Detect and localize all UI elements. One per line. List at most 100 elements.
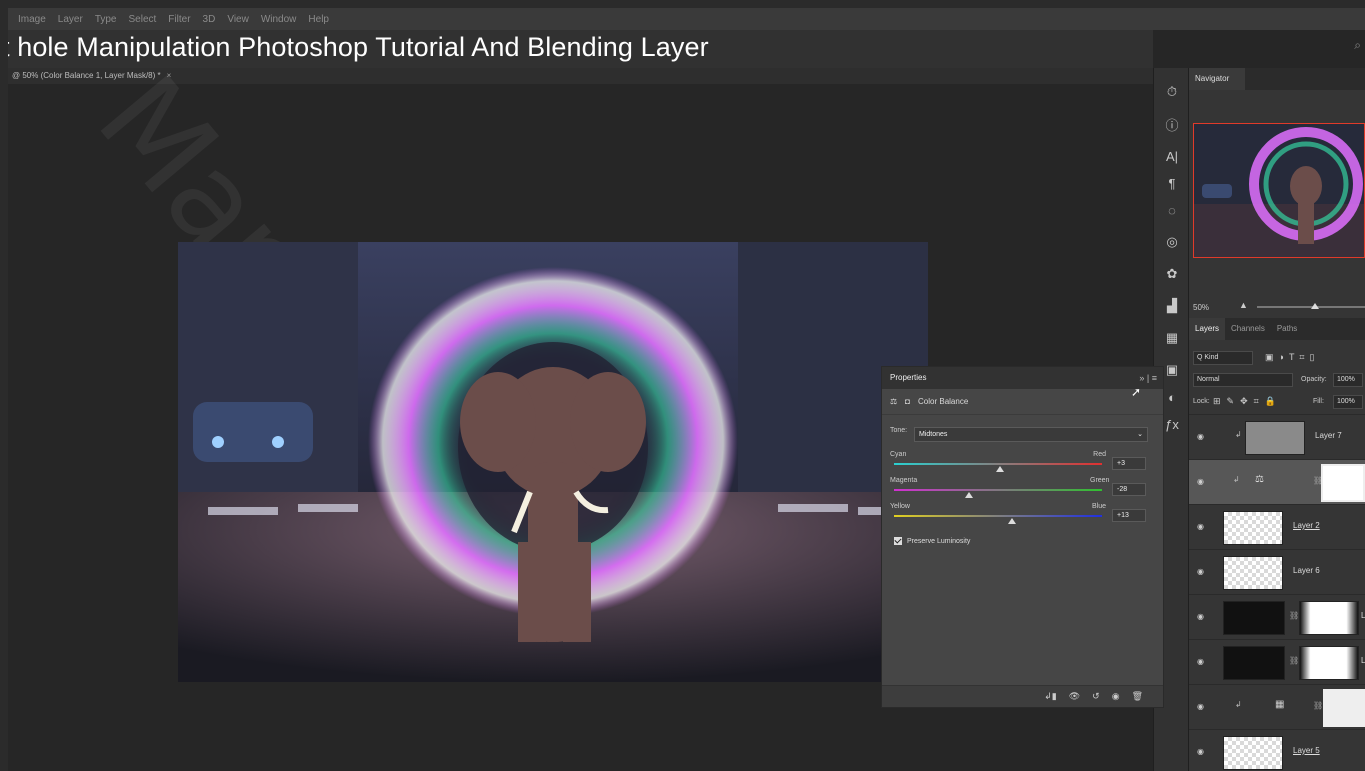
layer-name[interactable]: La: [1361, 611, 1365, 620]
mask-icon[interactable]: ◘: [905, 397, 910, 406]
gradient-map-icon: ▦: [1275, 699, 1285, 710]
slider-track[interactable]: [894, 489, 1102, 491]
layer-mask-thumbnail[interactable]: [1321, 464, 1365, 502]
properties-subheader: ⚖ ◘ Color Balance: [882, 389, 1163, 415]
zoom-slider-handle[interactable]: [1311, 303, 1319, 309]
zoom-out-icon[interactable]: ▲: [1239, 300, 1248, 310]
eye-icon[interactable]: ◉: [1197, 612, 1204, 621]
swatches-icon[interactable]: ▦: [1154, 322, 1190, 354]
slider-right-label: Green: [1090, 477, 1110, 484]
fill-field[interactable]: 100%: [1333, 395, 1363, 409]
eye-icon[interactable]: ◉: [1197, 702, 1204, 711]
menu-window[interactable]: Window: [261, 14, 297, 25]
reset-icon[interactable]: ↺: [1092, 691, 1100, 702]
lightbulb-icon[interactable]: ◌: [1154, 194, 1190, 226]
layer-filter-row: Q Kind ▣◑T⌗▯: [1189, 348, 1365, 368]
tone-select[interactable]: Midtones ⌄: [914, 427, 1148, 442]
slider-value-field[interactable]: -28: [1112, 483, 1146, 496]
eye-icon[interactable]: ◉: [1197, 747, 1204, 756]
zoom-value[interactable]: 50%: [1193, 303, 1209, 312]
layer-row[interactable]: ◉ ↲ ▦ ⛓: [1189, 684, 1365, 729]
tone-label: Tone:: [890, 427, 908, 434]
layer-name[interactable]: Layer 6: [1293, 566, 1320, 575]
slider-handle[interactable]: [996, 466, 1005, 472]
tab-paths[interactable]: Paths: [1271, 318, 1303, 340]
eye-icon[interactable]: ◉: [1197, 477, 1204, 486]
menu-filter[interactable]: Filter: [168, 14, 190, 25]
panel-menu-icon[interactable]: » | ≡: [1139, 367, 1157, 389]
preserve-luminosity[interactable]: Preserve Luminosity: [894, 537, 970, 545]
visibility-icon[interactable]: ◉: [1112, 691, 1120, 702]
video-title-overlay: t hole Manipulation Photoshop Tutorial A…: [8, 32, 709, 62]
color-balance-icon: ⚖: [1255, 474, 1264, 485]
color-icon[interactable]: ✿: [1154, 258, 1190, 290]
filter-icons[interactable]: ▣◑T⌗▯: [1265, 352, 1319, 363]
tone-value: Midtones: [919, 431, 948, 438]
layer-thumbnail: [1223, 646, 1285, 680]
slider-track[interactable]: [894, 515, 1102, 517]
blend-mode-select[interactable]: Normal: [1193, 373, 1293, 387]
chevron-down-icon: ⌄: [1137, 431, 1143, 438]
eye-icon[interactable]: ◉: [1197, 522, 1204, 531]
menu-image[interactable]: Image: [18, 14, 46, 25]
navigator-preview[interactable]: [1193, 123, 1365, 258]
slider-right-label: Red: [1093, 451, 1106, 458]
layer-name[interactable]: Layer 2: [1293, 521, 1320, 530]
search-icon[interactable]: ⌕: [1354, 38, 1361, 53]
histogram-icon[interactable]: ▟: [1154, 290, 1190, 322]
menu-layer[interactable]: Layer: [58, 14, 83, 25]
layer-row[interactable]: ◉ ↲ Layer 7: [1189, 414, 1365, 459]
slider-value-field[interactable]: +13: [1112, 509, 1146, 522]
info-icon[interactable]: ⓘ: [1154, 108, 1190, 140]
layer-row[interactable]: ◉ ⛓ La: [1189, 639, 1365, 684]
canvas-artwork[interactable]: [178, 242, 928, 682]
menu-view[interactable]: View: [227, 14, 249, 25]
eye-icon[interactable]: ◉: [1197, 657, 1204, 666]
clip-arrow-icon: ↲: [1233, 475, 1240, 484]
slider-value-field[interactable]: +3: [1112, 457, 1146, 470]
opacity-field[interactable]: 100%: [1333, 373, 1363, 387]
libraries-icon[interactable]: ◎: [1154, 226, 1190, 258]
delete-icon[interactable]: 🗑: [1132, 691, 1143, 702]
eye-icon[interactable]: ◉: [1197, 567, 1204, 576]
character-icon[interactable]: A|: [1154, 140, 1190, 172]
layer-name[interactable]: La: [1361, 656, 1365, 665]
slider-handle[interactable]: [964, 492, 973, 498]
layer-name[interactable]: Layer 5: [1293, 746, 1320, 755]
layer-name[interactable]: Layer 7: [1315, 431, 1342, 440]
tab-channels[interactable]: Channels: [1225, 318, 1271, 340]
menu-3d[interactable]: 3D: [203, 14, 216, 25]
blend-row: Normal Opacity: 100%: [1189, 370, 1365, 390]
paragraph-icon[interactable]: ¶: [1154, 172, 1190, 194]
tab-layers[interactable]: Layers: [1189, 318, 1226, 340]
layer-row[interactable]: ◉ Layer 2: [1189, 504, 1365, 549]
adjustment-name: Color Balance: [918, 397, 969, 406]
tab-navigator[interactable]: Navigator: [1189, 68, 1245, 90]
menu-select[interactable]: Select: [129, 14, 157, 25]
layer-mask-thumbnail[interactable]: [1323, 689, 1365, 727]
mouse-cursor-icon: ➚: [1131, 385, 1142, 399]
layer-thumbnail: [1223, 601, 1285, 635]
slider-handle[interactable]: [1007, 518, 1016, 524]
lock-icons[interactable]: ⊞✎✥⌗🔒: [1213, 396, 1282, 407]
layer-mask-thumbnail[interactable]: [1299, 646, 1359, 680]
preserve-luminosity-checkbox[interactable]: [894, 537, 902, 545]
clip-to-layer-icon[interactable]: ↲▮: [1044, 691, 1057, 702]
layer-row-selected[interactable]: ◉ ↲ ⚖ ⛓: [1189, 459, 1365, 504]
history-icon[interactable]: ⏱: [1154, 76, 1190, 108]
layer-mask-thumbnail[interactable]: [1299, 601, 1359, 635]
menu-type[interactable]: Type: [95, 14, 117, 25]
slider-left-label: Cyan: [890, 451, 907, 458]
cyan-red-slider: Cyan Red +3: [890, 451, 1160, 477]
slider-track[interactable]: [894, 463, 1102, 465]
link-icon: ⛓: [1289, 656, 1300, 665]
properties-title: Properties: [890, 373, 927, 382]
menu-help[interactable]: Help: [308, 14, 329, 25]
layer-row[interactable]: ◉ Layer 5: [1189, 729, 1365, 771]
view-previous-icon[interactable]: 👁: [1069, 691, 1080, 702]
layer-row[interactable]: ◉ Layer 6: [1189, 549, 1365, 594]
layer-filter-select[interactable]: Q Kind: [1193, 351, 1253, 365]
layer-row[interactable]: ◉ ⛓ La: [1189, 594, 1365, 639]
eye-icon[interactable]: ◉: [1197, 432, 1204, 441]
layer-thumbnail: [1223, 511, 1283, 545]
